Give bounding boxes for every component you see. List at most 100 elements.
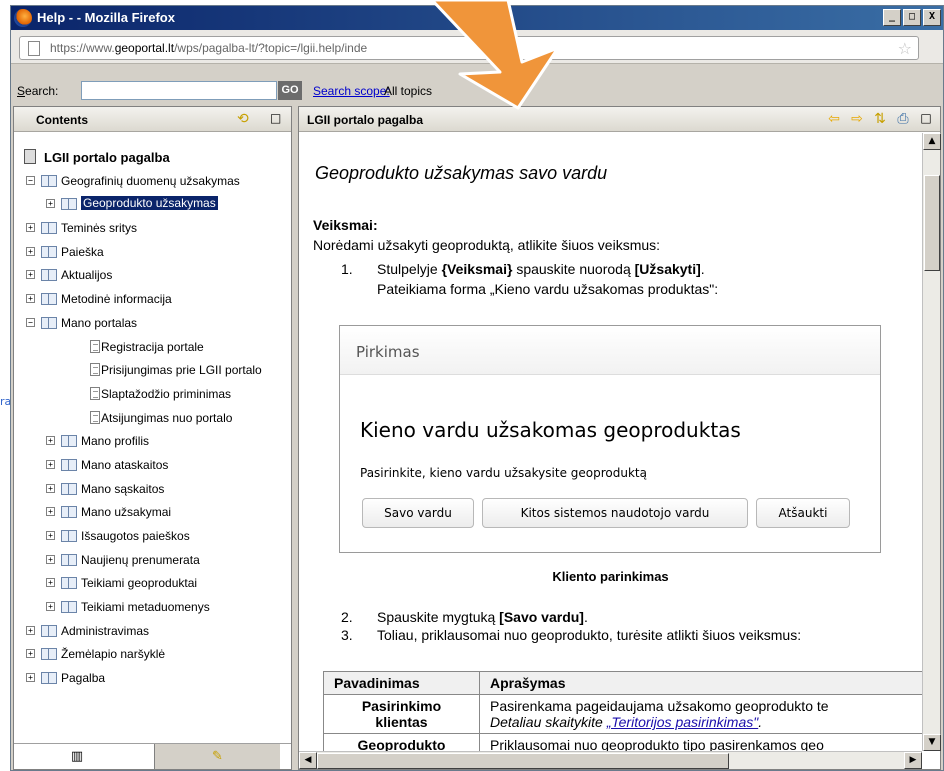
horizontal-scrollbar[interactable]: ◀ ▶ <box>299 751 922 769</box>
book-icon <box>61 506 77 519</box>
url-path: /wps/pagalba-lt/?topic=/lgii.help/inde <box>174 41 368 55</box>
book-icon <box>41 269 57 282</box>
expand-icon[interactable]: + <box>26 270 35 280</box>
document-body: Geoprodukto užsakymas savo vardu Veiksma… <box>299 133 922 751</box>
steps-intro: Norėdami užsakyti geoproduktą, atlikite … <box>313 237 661 253</box>
toc-item[interactable]: Registracija portale <box>14 337 291 361</box>
toc-item[interactable]: + Aktualijos <box>14 265 291 289</box>
toc-tree: LGII portalo pagalba − Geografinių duomenų… <box>14 147 291 692</box>
toc-item[interactable]: Slaptažodžio priminimas <box>14 384 291 408</box>
page-icon <box>28 41 40 56</box>
print-icon[interactable]: ⎙ <box>895 111 911 127</box>
expand-icon[interactable]: + <box>46 199 55 209</box>
toc-item-label: Geoprodukto užsakymas <box>81 196 218 211</box>
toc-item[interactable]: + Administravimas <box>14 621 291 645</box>
toc-item[interactable]: + Teminės sritys <box>14 218 291 242</box>
url-prefix: https://www. <box>50 41 115 55</box>
search-input[interactable] <box>81 81 277 100</box>
maximize-content-icon[interactable]: □ <box>918 111 934 127</box>
sync-toc-icon[interactable]: ⟲ <box>237 111 249 127</box>
toc-item[interactable]: + Teikiami geoproduktai <box>14 573 291 597</box>
description-prefix: Detaliau skaitykite <box>490 714 607 730</box>
content-header: LGII portalo pagalba ⇦ ⇨ ⇅ ⎙ □ <box>299 107 940 132</box>
toc-item[interactable]: Atsijungimas nuo portalo <box>14 408 291 432</box>
toc-item-label: Mano sąskaitos <box>81 481 165 496</box>
forward-arrow-icon[interactable]: ⇨ <box>849 111 865 127</box>
toc-item-label: Prisijungimas prie LGII portalo <box>101 363 262 378</box>
vertical-scrollbar[interactable]: ▲ ▼ <box>922 133 941 751</box>
dialog-header-title: Pirkimas <box>356 343 420 361</box>
expand-icon[interactable]: + <box>26 673 35 683</box>
pin-icon: ✎ <box>212 749 223 764</box>
toc-item[interactable]: + Žemėlapio naršyklė <box>14 644 291 668</box>
go-button[interactable]: GO <box>278 81 302 100</box>
toc-item[interactable]: + Mano profilis <box>14 431 291 455</box>
toc-item-label: Aktualijos <box>61 268 113 283</box>
expand-icon[interactable]: + <box>46 578 55 588</box>
toc-item[interactable]: + Išsaugotos paieškos <box>14 526 291 550</box>
back-arrow-icon[interactable]: ⇦ <box>826 111 842 127</box>
scroll-up-button[interactable]: ▲ <box>923 133 941 150</box>
expand-icon[interactable]: + <box>46 554 55 564</box>
toc-item[interactable]: LGII portalo pagalba <box>14 147 291 171</box>
table-cell-description: Priklausomai nuo geoprodukto tipo pasire… <box>479 733 922 751</box>
toc-item[interactable]: + Naujienų prenumerata <box>14 550 291 574</box>
toc-item[interactable]: + Teikiami metaduomenys <box>14 597 291 621</box>
step-text: Stulpelyje {Veiksmai} spauskite nuorodą … <box>377 261 705 277</box>
document-view: Geoprodukto užsakymas savo vardu Veiksma… <box>299 133 922 751</box>
show-in-toc-icon[interactable]: ⇅ <box>872 111 888 127</box>
expand-icon[interactable]: + <box>46 459 55 469</box>
bookmarks-tab[interactable]: ✎ <box>154 744 280 769</box>
toc-item-label: Slaptažodžio priminimas <box>101 386 232 401</box>
contents-header: Contents ⟲ □ <box>14 107 291 132</box>
toc-item[interactable]: + Pagalba <box>14 668 291 692</box>
expand-icon[interactable]: + <box>26 223 35 233</box>
close-button[interactable]: X <box>923 9 941 26</box>
contents-tab[interactable]: ▥ <box>14 744 140 769</box>
expand-icon[interactable]: + <box>26 246 35 256</box>
expand-icon[interactable]: + <box>26 294 35 304</box>
toc-item[interactable]: + Mano sąskaitos <box>14 479 291 503</box>
expand-icon[interactable]: + <box>46 436 55 446</box>
expand-icon[interactable]: + <box>46 602 55 612</box>
expand-icon[interactable]: + <box>26 625 35 635</box>
toc-item-label: Administravimas <box>61 623 150 638</box>
contents-tabs: ▥ ✎ <box>14 743 291 769</box>
book-icon <box>61 553 77 566</box>
toc-item-label: Geografinių duomenų užsakymas <box>61 173 240 188</box>
expand-icon[interactable]: + <box>46 483 55 493</box>
toc-item[interactable]: − Mano portalas <box>14 313 291 337</box>
toc-item[interactable]: + Metodinė informacija <box>14 289 291 313</box>
toc-item-label: Atsijungimas nuo portalo <box>101 410 233 425</box>
step-number: 1. <box>341 261 353 277</box>
toc-item[interactable]: + Mano ataskaitos <box>14 455 291 479</box>
scroll-left-button[interactable]: ◀ <box>299 752 317 769</box>
collapse-icon[interactable]: − <box>26 317 35 327</box>
maximize-pane-icon[interactable]: □ <box>270 111 281 125</box>
toc-item[interactable]: + Paieška <box>14 242 291 266</box>
scroll-down-button[interactable]: ▼ <box>923 734 941 751</box>
content-toolbar: ⇦ ⇨ ⇅ ⎙ □ <box>826 111 934 127</box>
bookmark-star-icon[interactable]: ☆ <box>898 39 912 58</box>
minimize-button[interactable]: _ <box>883 9 901 26</box>
toc-item[interactable]: + Mano užsakymai <box>14 502 291 526</box>
book-icon <box>61 530 77 542</box>
url-text[interactable]: https://www.geoportal.lt/wps/pagalba-lt/… <box>50 41 367 55</box>
expand-icon[interactable]: + <box>46 507 55 517</box>
expand-icon[interactable]: + <box>26 649 35 659</box>
toc-item[interactable]: Prisijungimas prie LGII portalo <box>14 360 291 384</box>
description-suffix: . <box>758 714 763 730</box>
search-scope-link[interactable]: Search scope: <box>313 84 390 98</box>
scroll-right-button[interactable]: ▶ <box>904 752 922 769</box>
toc-item[interactable]: + Geoprodukto užsakymas <box>14 194 291 218</box>
horizontal-scroll-thumb[interactable] <box>317 753 729 769</box>
expand-icon[interactable]: + <box>46 531 55 540</box>
book-icon: ▥ <box>70 749 84 764</box>
territory-selection-link[interactable]: „Teritorijos pasirinkimas" <box>607 714 759 730</box>
maximize-button[interactable]: □ <box>903 9 921 26</box>
collapse-icon[interactable]: − <box>26 175 35 185</box>
toc-item-label: Teminės sritys <box>61 221 138 236</box>
book-icon <box>61 577 77 590</box>
toc-item[interactable]: − Geografinių duomenų užsakymas <box>14 171 291 195</box>
vertical-scroll-thumb[interactable] <box>924 175 940 271</box>
